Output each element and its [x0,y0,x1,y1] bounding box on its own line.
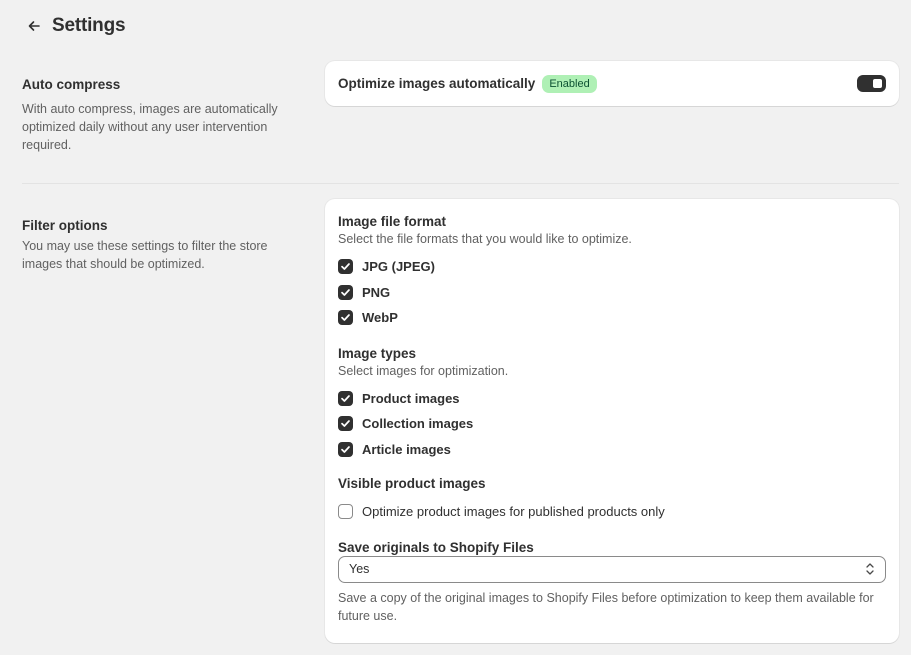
arrow-left-icon [28,21,40,31]
checkbox-label: Article images [362,441,451,457]
checkbox-checked-icon [338,416,353,432]
checkbox-article-images[interactable]: Article images [338,437,886,463]
auto-compress-description: With auto compress, images are automatic… [22,102,278,152]
filter-options-description: You may use these settings to filter the… [22,239,268,271]
checkbox-checked-icon [338,310,353,326]
page-header: Settings [22,12,126,40]
checkbox-checked-icon [338,259,353,275]
optimize-automatically-label: Optimize images automatically [338,76,536,91]
page-title: Settings [52,15,126,36]
back-button[interactable] [22,14,46,38]
section-divider [22,183,899,184]
select-arrows-icon [865,562,875,576]
checkbox-label: Optimize product images for published pr… [362,504,665,520]
select-value: Yes [349,562,370,576]
auto-compress-title: Auto compress [22,77,121,92]
checkbox-checked-icon [338,390,353,406]
filter-options-section: Filter options You may use these setting… [22,218,302,273]
image-types-description: Select images for optimization. [338,363,509,378]
checkbox-product-images[interactable]: Product images [338,386,886,412]
filter-options-title: Filter options [22,218,108,233]
checkbox-webp[interactable]: WebP [338,305,886,331]
save-originals-title: Save originals to Shopify Files [338,539,534,555]
save-originals-help: Save a copy of the original images to Sh… [338,590,874,623]
checkbox-published-only[interactable]: Optimize product images for published pr… [338,499,886,525]
visible-product-images-title: Visible product images [338,476,486,491]
save-originals-select[interactable]: Yes [338,555,886,583]
image-types-title: Image types [338,345,417,361]
checkbox-label: JPG (JPEG) [362,259,435,275]
checkbox-label: WebP [362,310,398,326]
checkbox-jpg[interactable]: JPG (JPEG) [338,254,886,280]
checkbox-unchecked-icon [338,504,353,520]
auto-compress-section: Auto compress With auto compress, images… [22,77,302,154]
auto-compress-toggle[interactable] [857,75,886,92]
checkbox-label: PNG [362,284,391,300]
checkbox-collection-images[interactable]: Collection images [338,411,886,437]
filter-options-card: Image file format Select the file format… [325,199,899,643]
auto-compress-card: Optimize images automatically Enabled [325,61,899,106]
status-badge: Enabled [542,74,597,93]
toggle-knob [873,79,882,88]
checkbox-checked-icon [338,441,353,457]
checkbox-png[interactable]: PNG [338,280,886,306]
checkbox-label: Collection images [362,416,474,432]
file-format-title: Image file format [338,214,447,229]
file-format-description: Select the file formats that you would l… [338,232,632,246]
checkbox-checked-icon [338,284,353,300]
checkbox-label: Product images [362,390,460,406]
